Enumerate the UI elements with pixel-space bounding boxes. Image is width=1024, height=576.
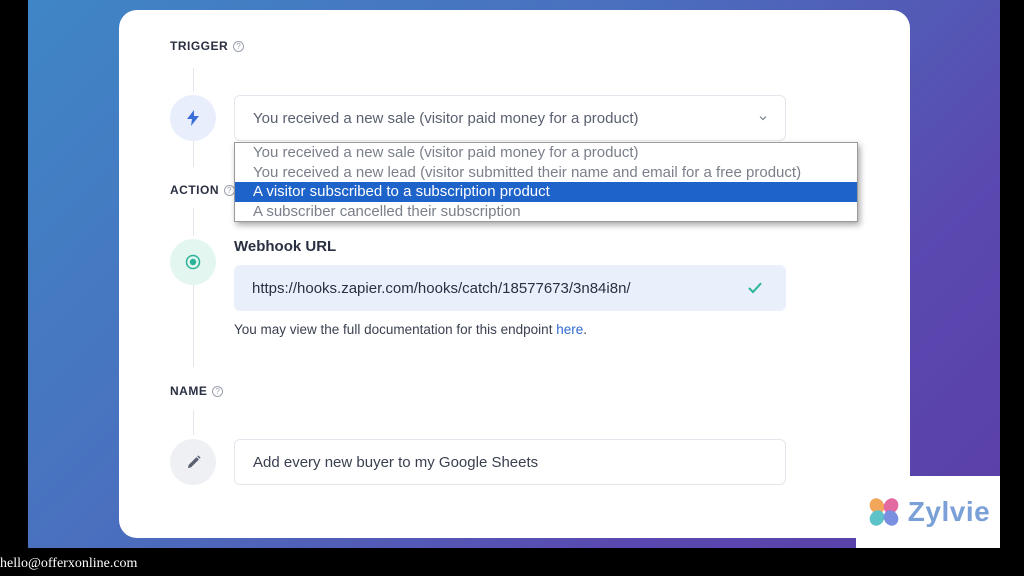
timeline-connector xyxy=(193,68,194,92)
webhook-url-field[interactable]: https://hooks.zapier.com/hooks/catch/185… xyxy=(234,265,786,311)
documentation-link[interactable]: here xyxy=(556,322,583,337)
automation-name-value: Add every new buyer to my Google Sheets xyxy=(253,453,539,471)
trigger-select[interactable]: You received a new sale (visitor paid mo… xyxy=(234,95,786,141)
action-section-label: ACTION ? xyxy=(170,183,235,197)
webhook-url-value: https://hooks.zapier.com/hooks/catch/185… xyxy=(252,279,631,297)
name-section-label: NAME ? xyxy=(170,384,224,398)
timeline-connector xyxy=(193,410,194,435)
automation-name-input[interactable]: Add every new buyer to my Google Sheets xyxy=(234,439,786,485)
checkmark-icon xyxy=(748,282,762,294)
lightning-bolt-icon xyxy=(187,110,199,126)
zylvie-logo-text: Zylvie xyxy=(907,496,991,527)
timeline-connector xyxy=(193,208,194,236)
webhook-url-label: Webhook URL xyxy=(234,238,337,255)
help-icon[interactable]: ? xyxy=(212,385,224,397)
chevron-down-icon xyxy=(759,116,767,121)
action-label-text: ACTION xyxy=(170,183,219,197)
trigger-section-label: TRIGGER ? xyxy=(170,39,245,53)
trigger-label-text: TRIGGER xyxy=(170,39,229,53)
trigger-dropdown-list[interactable]: You received a new sale (visitor paid mo… xyxy=(234,142,858,222)
dropdown-option[interactable]: You received a new lead (visitor submitt… xyxy=(235,163,857,183)
trigger-step-circle xyxy=(170,95,216,141)
radio-target-icon xyxy=(185,254,201,270)
timeline-connector xyxy=(193,141,194,167)
name-label-text: NAME xyxy=(170,384,208,398)
trigger-select-value: You received a new sale (visitor paid mo… xyxy=(253,109,639,127)
dropdown-option-highlighted[interactable]: A visitor subscribed to a subscription p… xyxy=(235,182,857,202)
name-step-circle xyxy=(170,439,216,485)
documentation-text: You may view the full documentation for … xyxy=(234,322,553,337)
dropdown-option[interactable]: A subscriber cancelled their subscriptio… xyxy=(235,202,857,222)
documentation-suffix: . xyxy=(583,322,588,337)
footer-email: hello@offerxonline.com xyxy=(0,556,138,571)
dropdown-option[interactable]: You received a new sale (visitor paid mo… xyxy=(235,143,857,163)
documentation-note: You may view the full documentation for … xyxy=(234,322,587,337)
zylvie-watermark: Zylvie xyxy=(856,476,1000,548)
action-step-circle xyxy=(170,239,216,285)
zylvie-logo-icon xyxy=(869,498,899,526)
help-icon[interactable]: ? xyxy=(233,40,245,52)
pencil-icon xyxy=(187,454,201,468)
timeline-connector xyxy=(193,285,194,367)
